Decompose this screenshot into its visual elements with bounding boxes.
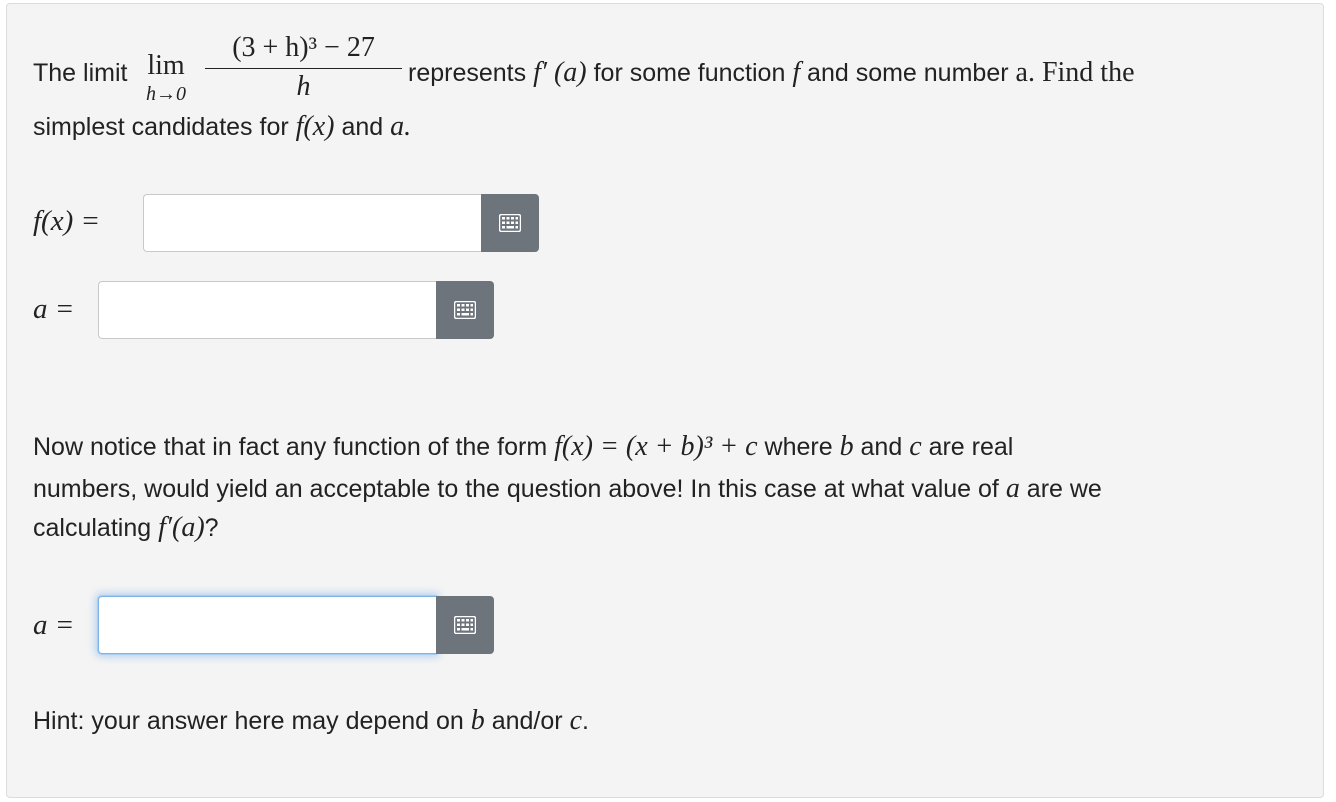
a-field-label: a = [33,293,75,325]
q2-line2: numbers, would yield an acceptable to th… [33,473,1102,504]
a2-keypad-button[interactable] [436,596,494,654]
a2-answer-input[interactable] [98,596,436,654]
a-keypad-button[interactable] [436,281,494,339]
q2-line1: Now notice that in fact any function of … [33,431,1014,462]
keypad-grid-icon [454,301,476,319]
keypad-grid-icon [499,214,521,232]
q1-line1-text: The limit [33,59,128,87]
q2-line3: calculating f′(a)? [33,512,219,543]
hint-text: Hint: your answer here may depend on b a… [33,705,589,736]
fx-field-label: f(x) = [33,205,101,237]
q1-line2-text: simplest candidates for f(x) and a. [33,111,412,142]
limit-fraction: (3 + h)³ − 27 h [205,30,402,105]
limit-operator: lim h→0 [146,50,186,105]
keypad-grid-icon [454,616,476,634]
fx-keypad-button[interactable] [481,194,539,252]
a2-field-label: a = [33,609,75,641]
a-answer-input[interactable] [98,281,436,339]
fx-answer-input[interactable] [143,194,481,252]
q1-line1-rest: represents f′ (a) for some function f an… [408,57,1135,88]
